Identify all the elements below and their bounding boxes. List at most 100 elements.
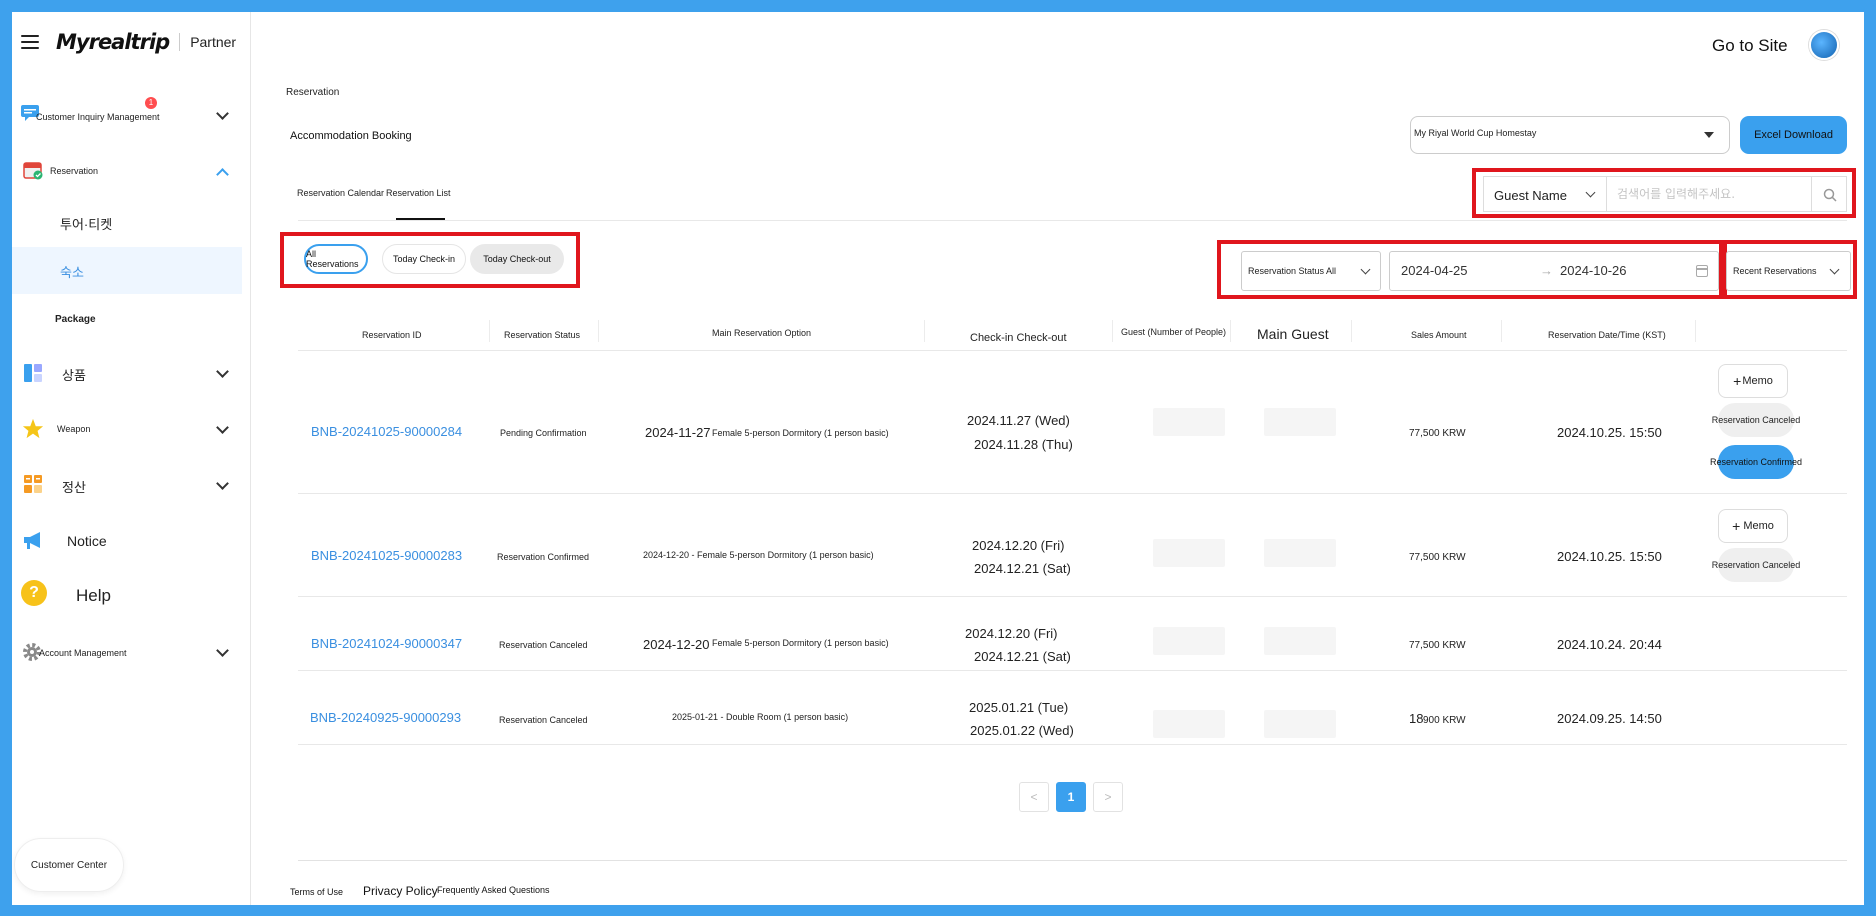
table-header-divider: [298, 350, 1847, 351]
sidebar-item-settlement[interactable]: 정산: [12, 468, 251, 502]
sales-amount: 77,500 KRW: [1409, 640, 1466, 651]
main-guest-redacted: [1264, 539, 1336, 567]
highlight-box: [1472, 168, 1856, 218]
reservation-id-link[interactable]: BNB-20241024-90000347: [311, 636, 462, 651]
check-in: 2024.11.27 (Wed): [967, 413, 1070, 428]
sidebar-item-help[interactable]: ? Help: [12, 576, 251, 610]
customer-center-button[interactable]: Customer Center: [14, 838, 124, 892]
memo-label: Memo: [1742, 375, 1773, 387]
logo[interactable]: Myrealtrip: [56, 30, 170, 54]
confirm-reservation-button[interactable]: Reservation Confirmed: [1710, 445, 1802, 479]
column-header: Reservation ID: [362, 330, 422, 340]
pagination-page-1[interactable]: 1: [1056, 782, 1086, 812]
reservation-status: Reservation Canceled: [499, 640, 588, 650]
pagination-next-button[interactable]: >: [1093, 782, 1123, 812]
option-date: 2024-11-27: [645, 425, 711, 440]
check-in: 2025.01.21 (Tue): [969, 700, 1069, 715]
sidebar-item-label: 정산: [62, 480, 86, 495]
property-select-value: My Riyal World Cup Homestay: [1414, 128, 1537, 138]
row-divider: [298, 493, 1847, 494]
memo-button[interactable]: + Memo: [1718, 509, 1788, 543]
main-guest-redacted: [1264, 710, 1336, 738]
sidebar-subitem-tour-ticket[interactable]: 투어·티켓: [12, 199, 242, 246]
option-date: 2024-12-20: [643, 637, 710, 652]
guest-count-redacted: [1153, 539, 1225, 567]
menu-icon[interactable]: [21, 35, 39, 49]
column-divider: [924, 320, 925, 342]
row-divider: [298, 670, 1847, 671]
column-divider: [1112, 320, 1113, 342]
breadcrumb: Reservation: [286, 87, 340, 98]
reservation-id-link[interactable]: BNB-20241025-90000284: [311, 424, 462, 439]
sidebar-item-account[interactable]: Account Management: [12, 635, 251, 669]
sidebar-item-label: Account Management: [39, 648, 127, 658]
column-divider: [1695, 320, 1696, 342]
highlight-box: [1217, 240, 1727, 299]
excel-download-button[interactable]: Excel Download: [1740, 116, 1847, 154]
column-header: Reservation Date/Time (KST): [1548, 330, 1666, 340]
go-to-site-link[interactable]: Go to Site: [1712, 36, 1788, 56]
footer-divider: [298, 860, 1847, 861]
tab-reservation-list[interactable]: Reservation List: [386, 188, 451, 198]
column-divider: [1501, 320, 1502, 342]
app-frame: Myrealtrip Partner Customer Inquiry Mana…: [12, 12, 1864, 905]
footer-terms-link[interactable]: Terms of Use: [290, 887, 343, 897]
brand-divider: [179, 33, 181, 51]
chevron-down-icon: [216, 477, 229, 490]
tab-divider: [298, 220, 1847, 221]
main-guest-redacted: [1264, 408, 1336, 436]
column-divider: [1351, 320, 1352, 342]
chevron-down-icon: [216, 421, 229, 434]
sidebar-item-products[interactable]: 상품: [12, 356, 251, 390]
memo-button[interactable]: + Memo: [1718, 364, 1788, 398]
check-out: 2025.01.22 (Wed): [970, 723, 1074, 738]
column-header: Sales Amount: [1411, 330, 1467, 340]
calendar-icon: [23, 160, 43, 180]
dashboard-icon: [23, 363, 43, 383]
sidebar-item-label: Weapon: [57, 424, 91, 434]
page-title: Accommodation Booking: [290, 130, 412, 142]
reservation-id-link[interactable]: BNB-20241025-90000283: [311, 548, 462, 563]
reservation-id-link[interactable]: BNB-20240925-90000293: [310, 710, 461, 725]
chevron-down-icon: [216, 644, 229, 657]
check-in: 2024.12.20 (Fri): [972, 538, 1065, 553]
avatar[interactable]: [1809, 30, 1839, 60]
column-divider: [1230, 320, 1231, 342]
row-divider: [298, 596, 1847, 597]
sidebar-subitem-accommodation[interactable]: 숙소: [12, 247, 242, 294]
sidebar-item-customer-inquiry[interactable]: Customer Inquiry Management: [12, 98, 251, 132]
sidebar-item-reservation[interactable]: Reservation: [12, 152, 251, 186]
plus-icon: +: [1732, 518, 1741, 534]
check-in: 2024.12.20 (Fri): [965, 626, 1058, 641]
footer-faq-link[interactable]: Frequently Asked Questions: [437, 885, 550, 895]
highlight-box: [280, 232, 580, 288]
tab-reservation-calendar[interactable]: Reservation Calendar: [297, 188, 384, 198]
cancel-reservation-button[interactable]: Reservation Canceled: [1712, 403, 1800, 437]
sales-amount: 77,500 KRW: [1409, 428, 1466, 439]
sidebar-subitem-label: 숙소: [60, 265, 84, 280]
partner-label: Partner: [190, 34, 237, 50]
highlight-box: [1719, 240, 1857, 299]
chevron-down-icon: [216, 107, 229, 120]
memo-label: Memo: [1743, 520, 1774, 532]
sidebar-subitem-package[interactable]: Package: [12, 296, 242, 343]
guest-count-redacted: [1153, 408, 1225, 436]
sidebar-item-weapon[interactable]: Weapon: [12, 412, 251, 446]
footer-privacy-link[interactable]: Privacy Policy: [363, 884, 438, 898]
row-divider: [298, 744, 1847, 745]
reservation-status: Reservation Confirmed: [497, 552, 590, 562]
reservation-datetime: 2024.10.24. 20:44: [1557, 637, 1662, 652]
column-header: Main Guest: [1257, 326, 1329, 342]
cancel-reservation-button[interactable]: Reservation Canceled: [1712, 548, 1800, 582]
sidebar-item-label: 상품: [62, 368, 86, 383]
check-out: 2024.12.21 (Sat): [974, 561, 1071, 576]
reservation-datetime: 2024.10.25. 15:50: [1557, 425, 1662, 440]
sidebar-item-notice[interactable]: Notice: [12, 523, 251, 557]
sidebar-subitem-label: 투어·티켓: [60, 217, 113, 232]
sales-amount: 900 KRW: [1423, 715, 1466, 726]
column-divider: [598, 320, 599, 342]
pagination-prev-button[interactable]: <: [1019, 782, 1049, 812]
property-select[interactable]: My Riyal World Cup Homestay: [1410, 116, 1730, 154]
column-header: Reservation Status: [504, 330, 581, 340]
chevron-down-icon: [216, 365, 229, 378]
